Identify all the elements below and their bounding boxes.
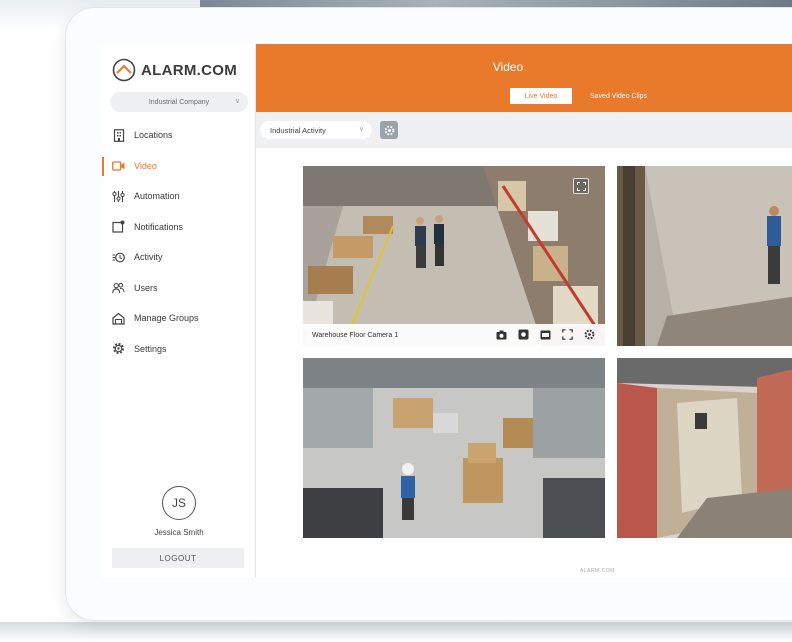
fullscreen-icon[interactable]: [562, 329, 573, 340]
chevron-down-icon: ∨: [234, 98, 240, 105]
clip-icon[interactable]: [540, 329, 551, 340]
logo-text: ALARM.COM: [141, 61, 238, 79]
sidebar-item-label: Users: [134, 282, 158, 293]
sidebar-item-label: Automation: [134, 191, 180, 202]
loading-dock-feed: [617, 166, 792, 346]
sidebar-item-label: Manage Groups: [134, 313, 199, 324]
logout-button[interactable]: LOGOUT: [112, 548, 244, 568]
avatar[interactable]: JS: [162, 486, 196, 520]
video-toolbar: Industrial Activity ∨: [256, 112, 792, 148]
gear-icon: [112, 342, 125, 355]
camera-tile-shipping-floor[interactable]: [303, 358, 605, 538]
home-group-icon: [112, 312, 125, 325]
footer-logo: ALARM.COM: [580, 568, 615, 574]
user-name: Jessica Smith: [154, 528, 204, 537]
video-camera-icon: [112, 159, 125, 172]
main-panel: Video Live Video Saved Video Clips Indus…: [256, 44, 792, 578]
camera-tile-loading-dock[interactable]: [617, 166, 792, 346]
laptop-base: [0, 622, 792, 642]
chevron-down-icon: ∨: [358, 126, 364, 133]
expand-icon: [576, 181, 586, 191]
sidebar-nav: Locations Video Automation Notifications…: [102, 120, 256, 364]
camera-caption-bar: Warehouse Floor Camera 1: [303, 324, 605, 346]
sidebar-item-label: Locations: [134, 130, 173, 141]
expand-view-button[interactable]: [573, 178, 589, 194]
page-header: Video Live Video Saved Video Clips: [256, 44, 792, 112]
sidebar-item-users[interactable]: Users: [102, 273, 256, 304]
sidebar-item-notifications[interactable]: Notifications: [102, 212, 256, 243]
sidebar-item-settings[interactable]: Settings: [102, 334, 256, 365]
sidebar-item-activity[interactable]: Activity: [102, 242, 256, 273]
gear-icon: [384, 125, 394, 135]
record-icon[interactable]: [518, 329, 529, 340]
warehouse-aisle-feed: [303, 166, 605, 346]
tab-live-video[interactable]: Live Video: [510, 88, 572, 104]
sidebar-item-label: Video: [134, 160, 157, 171]
app-screen: ALARM.COM Industrial Company ∨ Locations: [102, 44, 792, 578]
shipping-floor-feed: [303, 358, 605, 538]
automation-icon: [112, 190, 125, 203]
logo-mark-icon: [112, 58, 136, 82]
tab-saved-video-clips[interactable]: Saved Video Clips: [590, 88, 690, 104]
sidebar-item-label: Activity: [134, 252, 163, 263]
building-icon: [112, 128, 125, 142]
camera-tile-warehouse-floor-1[interactable]: Warehouse Floor Camera 1: [303, 166, 605, 346]
camera-settings-button[interactable]: [380, 121, 398, 139]
doorway-feed: [617, 358, 792, 538]
bell-icon: [112, 220, 125, 233]
company-select[interactable]: Industrial Company ∨: [110, 92, 248, 112]
page-title: Video: [492, 60, 524, 74]
camera-actions: [496, 329, 595, 340]
activity-icon: [112, 251, 125, 264]
camera-group-select[interactable]: Industrial Activity ∨: [260, 121, 372, 139]
alarm-com-logo[interactable]: ALARM.COM: [112, 57, 237, 83]
sidebar-item-manage-groups[interactable]: Manage Groups: [102, 303, 256, 334]
sidebar: ALARM.COM Industrial Company ∨ Locations: [102, 44, 256, 578]
camera-snapshot-icon[interactable]: [496, 329, 507, 340]
sidebar-item-label: Notifications: [134, 221, 184, 232]
users-icon: [112, 281, 125, 294]
sidebar-item-label: Settings: [134, 343, 167, 354]
stage: ALARM.COM Industrial Company ∨ Locations: [0, 0, 792, 642]
camera-name: Warehouse Floor Camera 1: [312, 331, 399, 339]
company-select-value: Industrial Company: [148, 98, 210, 106]
gear-icon[interactable]: [584, 329, 595, 340]
sidebar-item-locations[interactable]: Locations: [102, 120, 256, 151]
camera-group-select-value: Industrial Activity: [270, 125, 326, 135]
camera-tile-doorway[interactable]: [617, 358, 792, 538]
sidebar-item-automation[interactable]: Automation: [102, 181, 256, 212]
sidebar-item-video[interactable]: Video: [102, 151, 256, 182]
